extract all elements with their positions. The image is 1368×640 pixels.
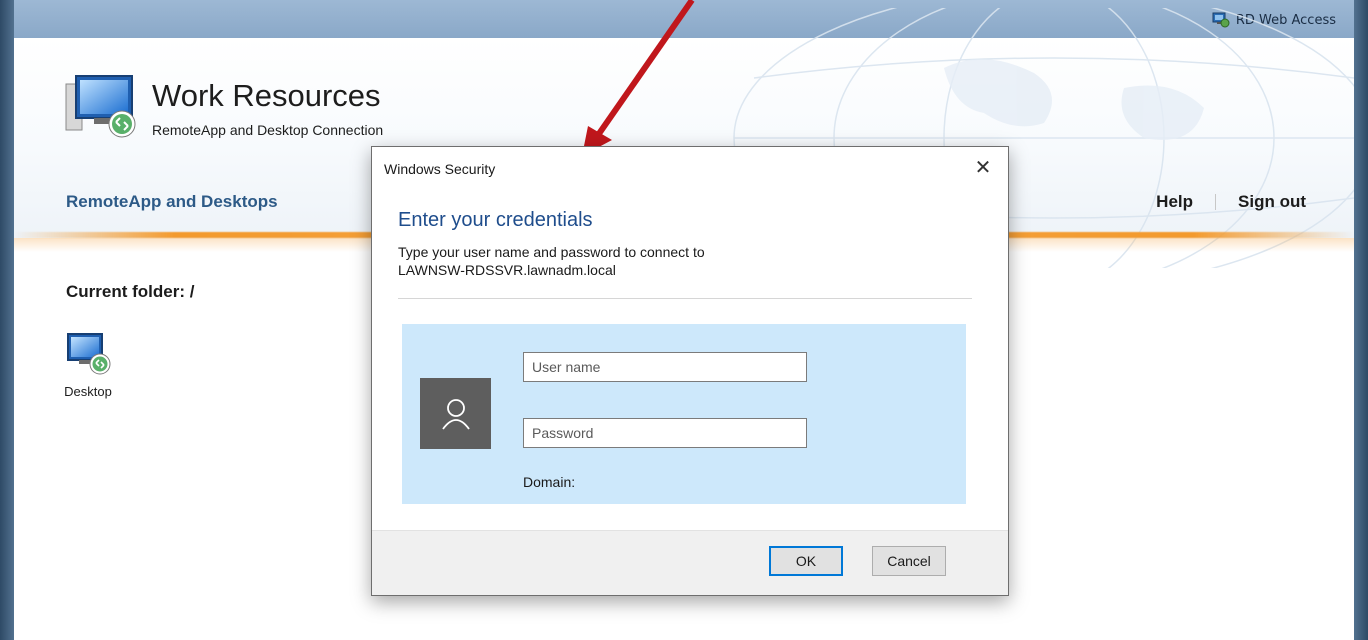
rd-web-page: RD Web Access Work Resources RemoteApp a… — [14, 0, 1354, 640]
nav-right-links: Help Sign out — [1156, 192, 1306, 212]
page-title: Work Resources — [152, 78, 381, 113]
dialog-description: Type your user name and password to conn… — [398, 243, 958, 279]
window-frame-right — [1354, 0, 1368, 640]
window-frame-left — [0, 0, 14, 640]
desktop-resource-item[interactable]: Desktop — [48, 330, 128, 399]
nav-remoteapp-desktops[interactable]: RemoteApp and Desktops — [66, 192, 278, 212]
dialog-title: Windows Security — [384, 161, 496, 177]
help-link[interactable]: Help — [1156, 192, 1193, 212]
avatar — [420, 378, 491, 449]
ok-button[interactable]: OK — [769, 546, 843, 576]
domain-label: Domain: — [523, 474, 576, 490]
dialog-heading: Enter your credentials — [398, 209, 593, 231]
remote-desktop-logo-icon — [65, 75, 136, 138]
windows-security-dialog: Windows Security ✕ Enter your credential… — [371, 146, 1009, 596]
desktop-label: Desktop — [64, 384, 112, 399]
dialog-divider — [398, 298, 972, 299]
password-input[interactable] — [523, 418, 807, 448]
cancel-button[interactable]: Cancel — [872, 546, 946, 576]
dialog-server-name: LAWNSW-RDSSVR.lawnadm.local — [398, 262, 616, 278]
credential-panel: Domain: — [402, 324, 966, 504]
page-subtitle: RemoteApp and Desktop Connection — [152, 122, 384, 138]
remote-desktop-icon — [64, 330, 112, 378]
current-folder-label: Current folder: / — [66, 282, 195, 301]
username-input[interactable] — [523, 352, 807, 382]
dialog-footer: OK Cancel — [372, 530, 1008, 595]
close-icon[interactable]: ✕ — [970, 155, 996, 181]
dialog-description-line1: Type your user name and password to conn… — [398, 244, 705, 260]
red-annotation-arrow-icon — [582, 0, 695, 156]
sign-out-link[interactable]: Sign out — [1238, 192, 1306, 212]
nav-divider — [1215, 194, 1217, 210]
user-icon — [441, 398, 470, 430]
